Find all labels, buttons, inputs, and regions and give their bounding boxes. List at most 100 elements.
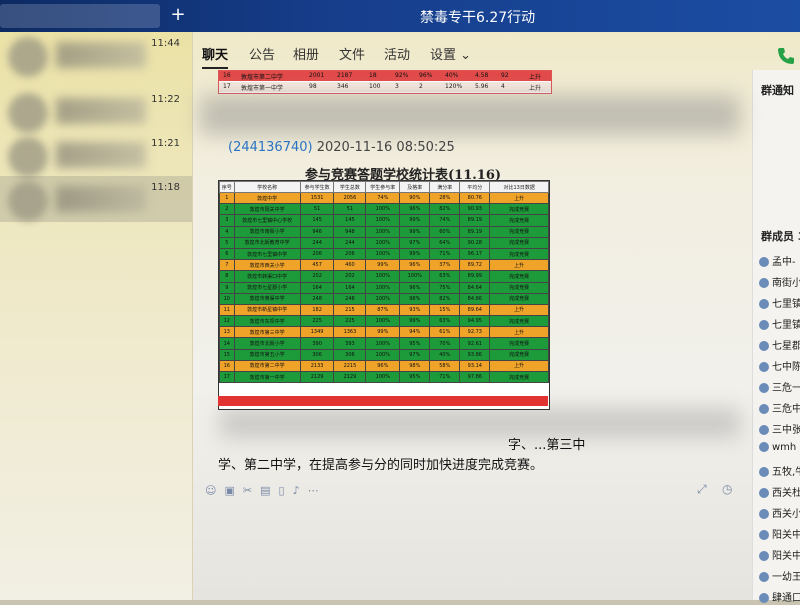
conversation-item[interactable]: 11:22: [0, 88, 192, 138]
phone-icon[interactable]: [776, 46, 796, 66]
table-cell: 完成竞赛: [489, 370, 549, 384]
member-item[interactable]: 七里镇: [759, 295, 800, 311]
tab-announcement[interactable]: 公告: [249, 44, 275, 63]
member-item[interactable]: 七中陈: [759, 358, 800, 374]
new-tab-icon[interactable]: +: [168, 5, 188, 25]
table-cell: 100%: [365, 203, 401, 216]
table-cell: 敦煌中学: [233, 191, 301, 205]
member-item[interactable]: 一幼王: [759, 568, 800, 584]
tab-files[interactable]: 文件: [339, 44, 365, 63]
member-item[interactable]: 三中张: [759, 421, 800, 437]
more-icon[interactable]: ⋯: [308, 484, 327, 497]
window-tab[interactable]: [0, 4, 160, 28]
table-cell: 390: [299, 337, 335, 350]
table-cell: 敦煌市北街小学: [233, 337, 301, 350]
table-cell: 敦煌市北街教育中学: [233, 236, 301, 249]
member-item[interactable]: 孟中-: [759, 253, 796, 269]
member-item[interactable]: 七里镇: [759, 316, 800, 332]
member-item[interactable]: 肆通口: [759, 589, 800, 605]
file-icon[interactable]: ▯: [279, 484, 293, 497]
previous-table-cell: 4.58: [475, 72, 489, 79]
previous-table-cell: 98: [309, 83, 317, 90]
table-cell: 上升: [489, 191, 549, 205]
voice-icon[interactable]: ♪: [293, 484, 308, 497]
table-cell: 393: [333, 337, 367, 350]
avatar: [759, 320, 769, 330]
screenshot-icon[interactable]: ▣: [224, 484, 242, 497]
table-row: 9 敦煌市七星郡小学 164 164 100% 96% 75% 84.64 完成竞赛: [219, 281, 549, 294]
table-cell: 上升: [489, 303, 549, 317]
conversation-item[interactable]: 11:44: [0, 32, 192, 82]
previous-table-cell: 18: [369, 72, 377, 79]
statistics-table-image[interactable]: 序号 学校名称 参与学生数 学生总数 学生参与率 及格率 满分率 平均分 对比13日数据 1 敦煌…: [218, 180, 550, 410]
title-bar: + 禁毒专干6.27行动: [0, 0, 800, 32]
table-cell: 215: [333, 303, 367, 317]
table-cell: 948: [333, 225, 367, 238]
member-item[interactable]: 南街小: [759, 274, 800, 290]
table-cell: 完成竞赛: [489, 315, 549, 328]
table-cell: 97.86: [459, 370, 491, 384]
table-cell: 10: [219, 292, 235, 305]
member-item[interactable]: wmh: [759, 442, 796, 458]
member-item[interactable]: 五牧,牛: [759, 463, 800, 479]
table-cell: 完成竞赛: [489, 225, 549, 238]
conversation-preview: [56, 186, 146, 212]
table-cell: 84.86: [459, 292, 491, 305]
table-cell: 100%: [365, 292, 401, 305]
avatar: [759, 488, 769, 498]
table-cell: 99%: [365, 259, 401, 272]
table-cell: 7: [219, 259, 235, 272]
member-item[interactable]: 西关小: [759, 505, 800, 521]
member-name: 三危一: [772, 383, 800, 394]
conversation-item[interactable]: 11:21: [0, 132, 192, 182]
table-cell: 完成竞赛: [489, 281, 549, 294]
table-row: 16 敦煌市第二中学 2133 2215 96% 98% 58% 93.14 上升: [219, 359, 549, 373]
avatar: [759, 404, 769, 414]
table-row: 6 敦煌市七里镇中学 206 206 100% 99% 71% 96.17 完成竞赛: [219, 247, 549, 261]
tab-chat[interactable]: 聊天: [202, 44, 229, 69]
table-footer-bar: [218, 396, 548, 406]
member-item[interactable]: 三危一: [759, 379, 800, 395]
conversation-preview: [56, 142, 146, 168]
member-item[interactable]: 七星郡: [759, 337, 800, 353]
member-item[interactable]: 阳关中: [759, 547, 800, 563]
table-cell: 100%: [365, 247, 401, 261]
member-item[interactable]: 阳关中: [759, 526, 800, 542]
conversation-item-selected[interactable]: 11:18: [0, 176, 192, 222]
avatar: [759, 467, 769, 477]
previous-table-cell: 92%: [395, 72, 409, 79]
table-cell: 97%: [399, 348, 431, 361]
tab-activity[interactable]: 活动: [384, 44, 410, 63]
avatar: [8, 181, 48, 221]
scissors-icon[interactable]: ✂: [243, 484, 260, 497]
conversation-preview: [56, 98, 146, 124]
member-name: 西关小: [772, 509, 800, 520]
table-cell: 946: [299, 225, 335, 238]
previous-table-cell: 92: [501, 72, 509, 79]
tab-album[interactable]: 相册: [293, 44, 319, 63]
previous-table-image[interactable]: 16 敦煌市第二中学 2001 2187 18 92% 96% 40% 4.58 92 上升 17 敦煌…: [218, 70, 552, 94]
table-row: 8 敦煌市转渠口中学 202 202 100% 100% 63% 89.99 完成竞赛: [219, 270, 549, 283]
member-item[interactable]: 三危中: [759, 400, 800, 416]
table-cell: 244: [299, 236, 335, 249]
table-cell: 99%: [365, 326, 401, 339]
image-icon[interactable]: ▤: [260, 484, 278, 497]
table-cell: 164: [333, 281, 367, 294]
history-icon[interactable]: ◷: [722, 482, 732, 496]
table-cell: 61%: [429, 326, 461, 339]
emoji-icon[interactable]: ☺: [205, 484, 224, 497]
table-row: 5 敦煌市北街教育中学 244 244 100% 97% 64% 90.28 完成竞赛: [219, 236, 549, 249]
member-name: 肆通口: [772, 593, 800, 604]
previous-table-cell: 2: [419, 83, 423, 90]
table-cell: 敦煌市西关小学: [233, 259, 301, 272]
expand-icon[interactable]: ⤢: [697, 482, 707, 497]
conversation-time: 11:18: [151, 182, 180, 193]
member-item[interactable]: 西关杜: [759, 484, 800, 500]
table-row: 7 敦煌市西关小学 457 460 99% 96% 37% 89.72 上升: [219, 259, 549, 272]
redacted-text: [200, 95, 740, 135]
tab-settings[interactable]: 设置 ⌄: [430, 44, 471, 63]
table-cell: 70%: [429, 337, 461, 350]
table-cell: 202: [333, 270, 367, 283]
avatar: [759, 551, 769, 561]
sender-id[interactable]: (244136740): [228, 140, 313, 155]
